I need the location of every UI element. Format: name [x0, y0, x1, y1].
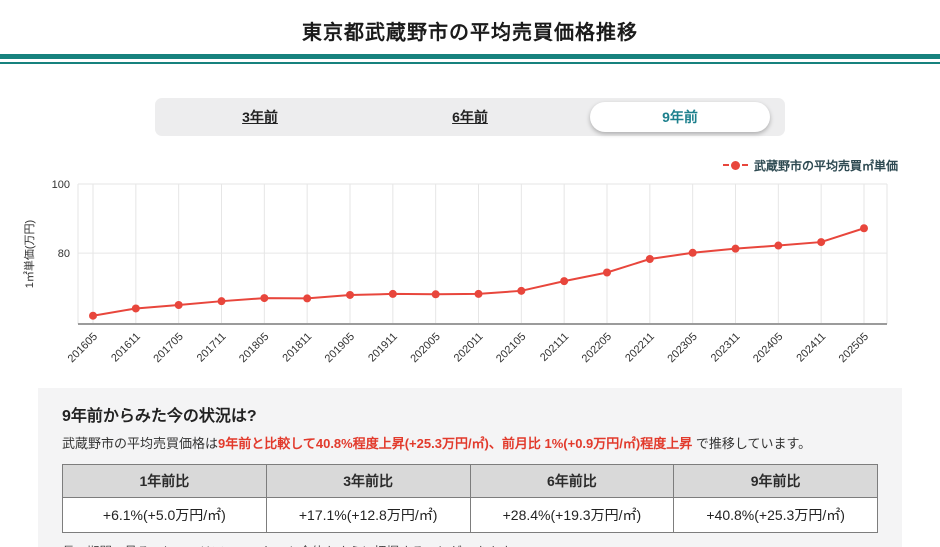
divider-thin-line: [0, 62, 940, 64]
svg-text:201611: 201611: [109, 331, 143, 365]
summary-text-prefix: 武蔵野市の平均売買価格は: [62, 436, 218, 451]
chart-canvas: 801001㎡単価(万円)201605201611201705201711201…: [0, 177, 940, 377]
comparison-table-header-row: 1年前比 3年前比 6年前比 9年前比: [63, 465, 878, 498]
val-6years: +28.4%(+19.3万円/㎡): [470, 498, 674, 533]
val-1year: +6.1%(+5.0万円/㎡): [63, 498, 267, 533]
col-6years: 6年前比: [470, 465, 674, 498]
data-point[interactable]: [774, 242, 782, 250]
svg-text:202005: 202005: [408, 331, 442, 365]
chart-legend: 武蔵野市の平均売買㎡単価: [0, 157, 940, 173]
data-point[interactable]: [860, 224, 868, 232]
comparison-table: 1年前比 3年前比 6年前比 9年前比 +6.1%(+5.0万円/㎡) +17.…: [62, 464, 878, 533]
col-9years: 9年前比: [674, 465, 878, 498]
svg-text:201905: 201905: [323, 331, 357, 365]
data-point[interactable]: [603, 268, 611, 276]
data-point[interactable]: [89, 312, 97, 320]
col-3years: 3年前比: [266, 465, 470, 498]
summary-text-suffix: で推移しています。: [692, 436, 811, 451]
comparison-table-value-row: +6.1%(+5.0万円/㎡) +17.1%(+12.8万円/㎡) +28.4%…: [63, 498, 878, 533]
svg-text:202311: 202311: [709, 331, 743, 365]
data-point[interactable]: [732, 245, 740, 253]
summary-panel: 9年前からみた今の状況は? 武蔵野市の平均売買価格は9年前と比較して40.8%程…: [38, 388, 902, 547]
col-1year: 1年前比: [63, 465, 267, 498]
tab-9years[interactable]: 9年前: [575, 98, 785, 136]
y-axis-ticks: 80 100: [52, 179, 70, 260]
data-point[interactable]: [175, 301, 183, 309]
svg-text:201911: 201911: [366, 331, 400, 365]
data-point[interactable]: [517, 287, 525, 295]
x-axis-labels: 201605 201611201705 201711201805 201811 2019…: [66, 331, 871, 365]
summary-note: 長い期間で見ることでエリアのマーケット全体をさらに把握することができます。: [62, 541, 878, 547]
data-point[interactable]: [475, 290, 483, 298]
data-point[interactable]: [218, 297, 226, 305]
summary-heading: 9年前からみた今の状況は?: [62, 402, 878, 426]
data-point[interactable]: [689, 249, 697, 257]
svg-text:201605: 201605: [66, 331, 100, 365]
data-point[interactable]: [432, 290, 440, 298]
svg-text:80: 80: [58, 248, 70, 260]
svg-text:201711: 201711: [195, 331, 229, 365]
data-point[interactable]: [560, 277, 568, 285]
svg-text:202211: 202211: [623, 331, 657, 365]
svg-text:202405: 202405: [751, 331, 785, 365]
period-tab-bar: 3年前 6年前 9年前: [155, 98, 785, 136]
tab-6years-label[interactable]: 6年前: [452, 107, 488, 127]
svg-text:201811: 201811: [280, 331, 314, 365]
val-9years: +40.8%(+25.3万円/㎡): [674, 498, 878, 533]
tab-6years[interactable]: 6年前: [365, 98, 575, 136]
data-point[interactable]: [346, 291, 354, 299]
svg-text:202205: 202205: [580, 331, 614, 365]
data-point[interactable]: [132, 304, 140, 312]
price-line-chart: 801001㎡単価(万円)201605201611201705201711201…: [0, 177, 940, 382]
data-point[interactable]: [389, 290, 397, 298]
legend-label: 武蔵野市の平均売買㎡単価: [754, 157, 898, 174]
tab-9years-selected-pill[interactable]: 9年前: [590, 102, 770, 132]
svg-text:202011: 202011: [452, 331, 486, 365]
svg-text:201805: 201805: [237, 331, 271, 365]
svg-text:201705: 201705: [151, 331, 185, 365]
data-point[interactable]: [817, 238, 825, 246]
title-divider: [0, 54, 940, 64]
summary-text: 武蔵野市の平均売買価格は9年前と比較して40.8%程度上昇(+25.3万円/㎡)…: [62, 433, 878, 452]
val-3years: +17.1%(+12.8万円/㎡): [266, 498, 470, 533]
tab-3years-label[interactable]: 3年前: [242, 107, 278, 127]
page-title: 東京都武蔵野市の平均売買価格推移: [0, 0, 940, 45]
data-point[interactable]: [260, 294, 268, 302]
summary-text-highlight: 9年前と比較して40.8%程度上昇(+25.3万円/㎡)、前月比 1%(+0.9…: [218, 436, 692, 451]
svg-text:202105: 202105: [494, 331, 528, 365]
svg-text:202305: 202305: [665, 331, 699, 365]
data-point[interactable]: [303, 294, 311, 302]
svg-text:202411: 202411: [794, 331, 828, 365]
y-axis-title: 1㎡単価(万円): [22, 220, 36, 288]
svg-text:202111: 202111: [538, 331, 571, 364]
svg-text:202505: 202505: [837, 331, 871, 365]
tab-3years[interactable]: 3年前: [155, 98, 365, 136]
price-trend-widget: 東京都武蔵野市の平均売買価格推移 3年前 6年前 9年前 武蔵野市の平均売買㎡単…: [0, 0, 940, 547]
svg-text:100: 100: [52, 179, 70, 191]
legend-line-marker-icon: [723, 161, 748, 170]
data-point[interactable]: [646, 255, 654, 263]
